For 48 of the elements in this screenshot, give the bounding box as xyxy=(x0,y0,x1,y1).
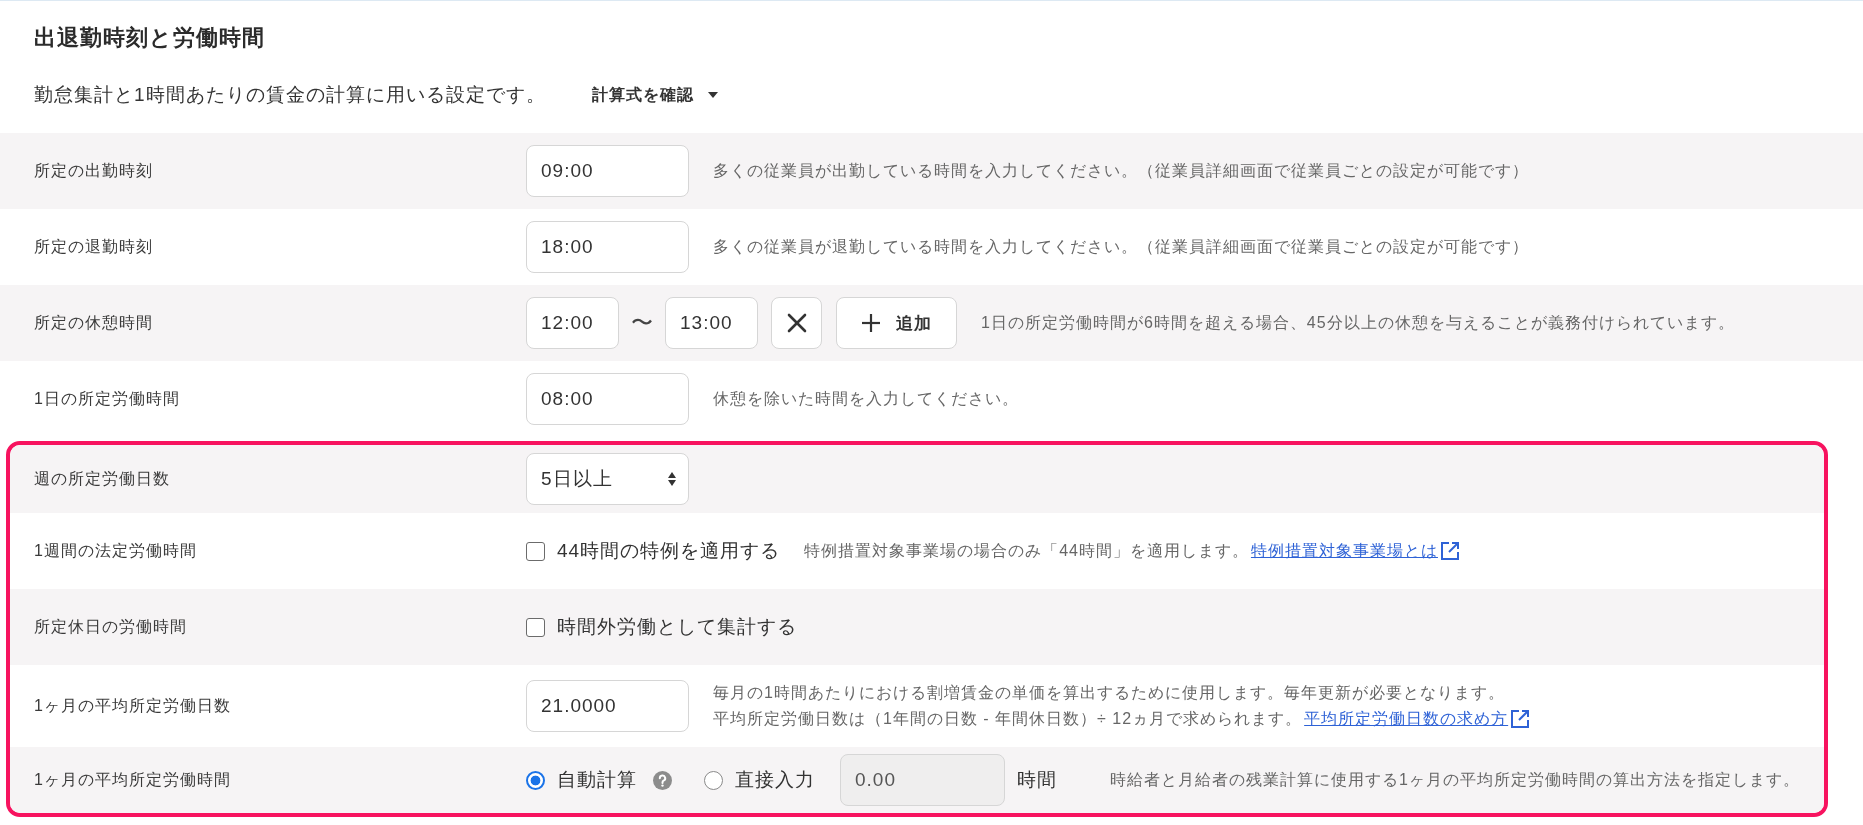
time-input[interactable]: 12:00 xyxy=(526,297,619,349)
text-input[interactable]: 18:00 xyxy=(526,221,689,273)
radio-label[interactable]: 直接入力 xyxy=(735,767,815,793)
setting-label: 所定の休憩時間 xyxy=(34,313,154,333)
setting-label: 所定の出勤時刻 xyxy=(34,161,154,181)
checkbox[interactable] xyxy=(526,541,545,561)
remove-button[interactable] xyxy=(771,297,822,349)
range-separator: 〜 xyxy=(631,309,653,337)
text-input[interactable]: 09:00 xyxy=(526,145,689,197)
help-link[interactable]: 特例措置対象事業場とは xyxy=(1250,538,1460,564)
setting-label: 週の所定労働日数 xyxy=(34,469,171,489)
setting-label: 1ヶ月の平均所定労働日数 xyxy=(34,696,232,716)
section-title: 出退勤時刻と労働時間 xyxy=(34,24,265,52)
caret-down-icon xyxy=(707,92,718,98)
checkbox-label[interactable]: 44時間の特例を適用する xyxy=(557,538,781,564)
hint-text: 毎月の1時間あたりにおける割増賃金の単価を算出するために使用します。毎年更新が必要となります。 xyxy=(713,683,1506,703)
select-field[interactable]: 5日以上 xyxy=(526,453,689,505)
text-input[interactable]: 08:00 xyxy=(526,373,689,425)
hint-text: 時給者と月給者の残業計算に使用する1ヶ月の平均所定労働時間の算出方法を指定します。 xyxy=(1110,770,1800,790)
text-input[interactable]: 21.0000 xyxy=(526,680,689,732)
hint-text: 特例措置対象事業場の場合のみ「44時間」を適用します。特例措置対象事業場とは xyxy=(804,538,1460,564)
time-input[interactable]: 13:00 xyxy=(665,297,758,349)
checkbox-label[interactable]: 時間外労働として集計する xyxy=(557,614,797,640)
checkbox[interactable] xyxy=(526,617,545,637)
setting-label: 1ヶ月の平均所定労働時間 xyxy=(34,770,232,790)
add-button[interactable]: 追加 xyxy=(836,297,957,349)
hint-text: 休憩を除いた時間を入力してください。 xyxy=(713,389,1019,409)
radio-label[interactable]: 自動計算 xyxy=(557,767,637,793)
external-link-icon xyxy=(1439,541,1460,561)
hint-text: 1日の所定労働時間が6時間を超える場合、45分以上の休憩を与えることが義務付けられています。 xyxy=(981,313,1735,333)
help-link[interactable]: 平均所定労働日数の求め方 xyxy=(1304,706,1531,732)
external-link-icon xyxy=(1510,709,1531,729)
hint-text: 平均所定労働日数は（1年間の日数 - 年間休日数）÷ 12ヵ月で求められます。平均所定労働日数の求め方 xyxy=(713,706,1531,732)
section-description: 勤怠集計と1時間あたりの賃金の計算に用いる設定です。 xyxy=(34,83,546,107)
setting-label: 所定の退勤時刻 xyxy=(34,237,154,257)
up-down-arrows-icon xyxy=(668,472,676,486)
plus-icon xyxy=(861,314,880,332)
radio-button[interactable] xyxy=(526,770,545,790)
hint-text: 多くの従業員が出勤している時間を入力してください。（従業員詳細画面で従業員ごとの設定が可能です） xyxy=(713,161,1529,181)
formula-toggle[interactable]: 計算式を確認 xyxy=(591,83,718,107)
radio-button[interactable] xyxy=(704,770,723,790)
hint-text: 多くの従業員が退勤している時間を入力してください。（従業員詳細画面で従業員ごとの設定が可能です） xyxy=(713,237,1529,257)
setting-label: 1日の所定労働時間 xyxy=(34,389,181,409)
setting-label: 1週間の法定労働時間 xyxy=(34,541,198,561)
close-icon xyxy=(786,313,807,333)
setting-label: 所定休日の労働時間 xyxy=(34,617,188,637)
unit-label: 時間 xyxy=(1017,768,1057,792)
help-icon[interactable] xyxy=(653,770,672,790)
